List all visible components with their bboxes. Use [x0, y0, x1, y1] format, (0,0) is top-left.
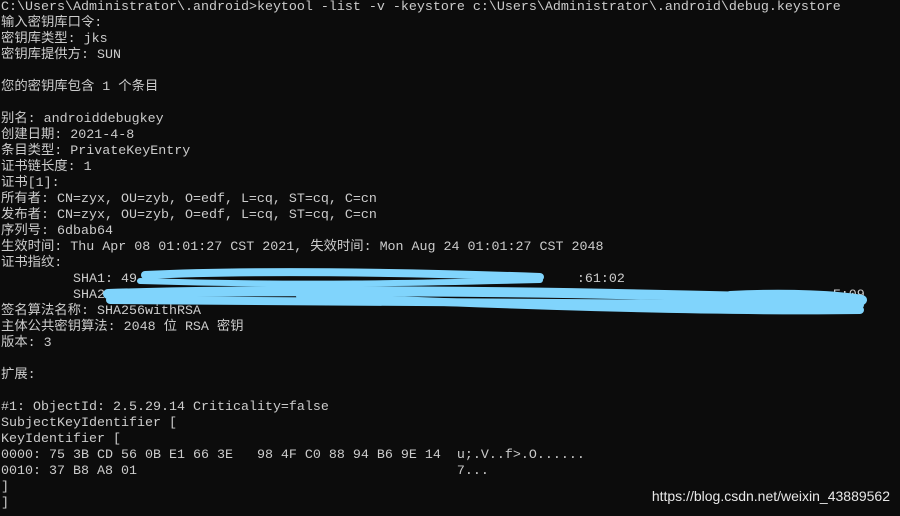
terminal-line: #1: ObjectId: 2.5.29.14 Criticality=fals… [1, 400, 329, 415]
terminal-line: 生效时间: Thu Apr 08 01:01:27 CST 2021, 失效时间… [1, 240, 604, 255]
terminal-line: 证书指纹: [1, 256, 63, 271]
terminal-line: SHA1: 49 :61:02 [1, 272, 625, 287]
watermark: https://blog.csdn.net/weixin_43889562 [651, 488, 890, 504]
terminal-line: 您的密钥库包含 1 个条目 [1, 80, 159, 95]
terminal-line: 别名: androiddebugkey [1, 112, 164, 127]
terminal-line: 密钥库类型: jks [1, 32, 108, 47]
terminal-line: 输入密钥库口令: [1, 16, 103, 31]
terminal-line: 所有者: CN=zyx, OU=zyb, O=edf, L=cq, ST=cq,… [1, 192, 377, 207]
terminal-line: 版本: 3 [1, 336, 52, 351]
terminal-line: 条目类型: PrivateKeyEntry [1, 144, 191, 159]
terminal-line: 0000: 75 3B CD 56 0B E1 66 3E 98 4F C0 8… [1, 448, 585, 463]
terminal-line: 签名算法名称: SHA256withRSA [1, 304, 201, 319]
terminal-line: 证书[1]: [1, 176, 60, 191]
terminal-line: SHA256: 52:12 F:09 [1, 288, 865, 303]
terminal-line: 序列号: 6dbab64 [1, 224, 113, 239]
terminal-line: 发布者: CN=zyx, OU=zyb, O=edf, L=cq, ST=cq,… [1, 208, 377, 223]
terminal-line: SubjectKeyIdentifier [ [1, 416, 177, 431]
terminal-line: 主体公共密钥算法: 2048 位 RSA 密钥 [1, 320, 244, 335]
terminal-line: 密钥库提供方: SUN [1, 48, 121, 63]
terminal-line: 证书链长度: 1 [1, 160, 92, 175]
terminal-line: KeyIdentifier [ [1, 432, 121, 447]
terminal-line: 创建日期: 2021-4-8 [1, 128, 135, 143]
terminal-line: 扩展: [1, 368, 36, 383]
terminal-line: 0010: 37 B8 A8 01 7... [1, 464, 489, 479]
terminal-line: C:\Users\Administrator\.android>keytool … [1, 0, 841, 15]
terminal-output[interactable]: C:\Users\Administrator\.android>keytool … [1, 0, 865, 512]
